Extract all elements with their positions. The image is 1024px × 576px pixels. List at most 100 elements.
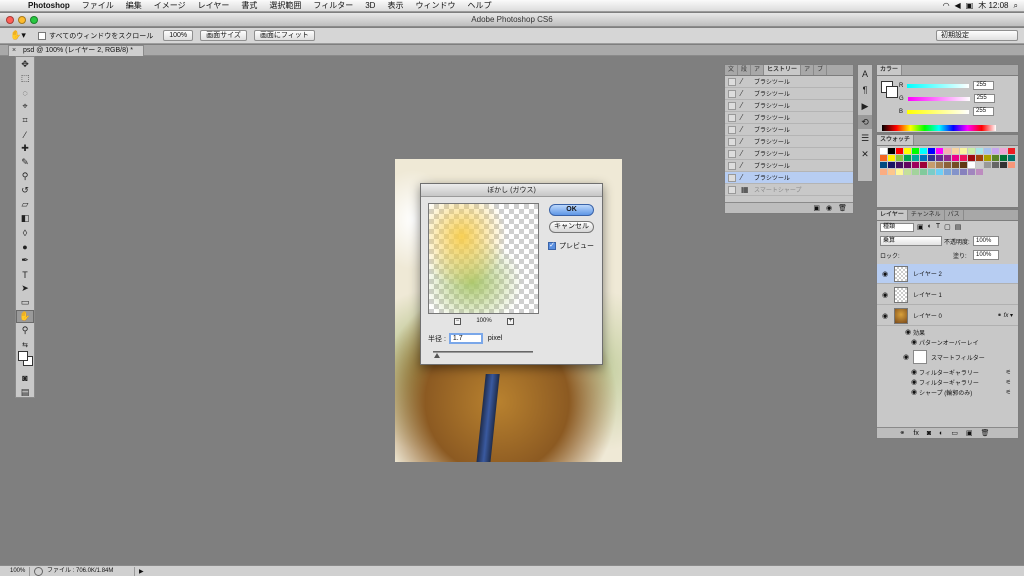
dodge-tool-icon[interactable]: ● bbox=[16, 240, 34, 253]
swatch[interactable] bbox=[952, 162, 959, 168]
color-spectrum-ramp[interactable] bbox=[882, 125, 996, 131]
menu-select[interactable]: 選択範囲 bbox=[263, 0, 307, 12]
fx-icon[interactable]: ⚭ fx ▾ bbox=[997, 312, 1013, 319]
history-item[interactable]: ⁄ ブラシツール bbox=[725, 148, 853, 160]
workspace-select[interactable]: 初期設定 bbox=[936, 30, 1018, 41]
pen-tool-icon[interactable]: ✒ bbox=[16, 254, 34, 267]
blur-tool-icon[interactable]: ◊ bbox=[16, 226, 34, 239]
cancel-button[interactable]: キャンセル bbox=[549, 221, 594, 233]
swatch[interactable] bbox=[936, 148, 943, 154]
swatch[interactable] bbox=[960, 155, 967, 161]
menu-layer[interactable]: レイヤー bbox=[192, 0, 236, 12]
tool-presets-icon[interactable]: ✕ bbox=[858, 147, 872, 161]
history-item[interactable]: ⁄ ブラシツール bbox=[725, 160, 853, 172]
swatch[interactable] bbox=[960, 162, 967, 168]
close-tab-icon[interactable]: × bbox=[12, 46, 16, 56]
swatch[interactable] bbox=[920, 148, 927, 154]
swatch[interactable] bbox=[880, 155, 887, 161]
red-value[interactable]: 255 bbox=[973, 81, 995, 90]
fill-field[interactable]: 100% bbox=[973, 250, 999, 260]
preview-checkbox[interactable]: ✓ bbox=[548, 242, 556, 250]
history-item[interactable]: ▦ スマートシャープ bbox=[725, 184, 853, 196]
eye-icon[interactable]: ◉ bbox=[909, 388, 919, 396]
ok-button[interactable]: OK bbox=[549, 204, 594, 216]
swatch[interactable] bbox=[1008, 155, 1015, 161]
swatch[interactable] bbox=[944, 169, 951, 175]
swatch[interactable] bbox=[976, 148, 983, 154]
swatch[interactable] bbox=[896, 169, 903, 175]
swatch[interactable] bbox=[920, 155, 927, 161]
adjust-panel-icon[interactable]: ☰ bbox=[858, 131, 872, 145]
clock[interactable]: 木 12:08 bbox=[978, 0, 1008, 12]
type-tool-icon[interactable]: T bbox=[16, 268, 34, 281]
radius-input[interactable]: 1.7 bbox=[448, 333, 483, 344]
swatch[interactable] bbox=[952, 155, 959, 161]
zoom-window-button[interactable] bbox=[30, 16, 38, 24]
filter-options-icon[interactable]: ⚟ bbox=[1006, 389, 1011, 396]
swatch[interactable] bbox=[936, 155, 943, 161]
foreground-color-swatch[interactable] bbox=[18, 351, 28, 361]
swatch[interactable] bbox=[984, 155, 991, 161]
status-arrow-icon[interactable]: ▶ bbox=[139, 568, 144, 575]
swatch[interactable] bbox=[976, 162, 983, 168]
menu-help[interactable]: ヘルプ bbox=[461, 0, 497, 12]
menu-edit[interactable]: 編集 bbox=[120, 0, 148, 12]
adjustment-layer-icon[interactable]: ◐ bbox=[939, 430, 943, 437]
menu-filter[interactable]: フィルター bbox=[307, 0, 359, 12]
swatch[interactable] bbox=[968, 169, 975, 175]
swatch[interactable] bbox=[920, 162, 927, 168]
tab-paragraph[interactable]: 段 bbox=[738, 65, 752, 75]
brush-tool-icon[interactable]: ✎ bbox=[16, 156, 34, 169]
adjustment-filter-icon[interactable]: ◐ bbox=[928, 223, 932, 231]
swatch[interactable] bbox=[896, 155, 903, 161]
filter-row[interactable]: ◉ シャープ (輪郭のみ) ⚟ bbox=[877, 387, 1018, 397]
tab-paths[interactable]: パス bbox=[945, 210, 964, 220]
swatch[interactable] bbox=[992, 162, 999, 168]
swatch[interactable] bbox=[904, 169, 911, 175]
history-state-checkbox[interactable] bbox=[728, 89, 736, 98]
menu-app-photoshop[interactable]: Photoshop bbox=[22, 0, 76, 12]
mask-icon[interactable]: ◙ bbox=[927, 430, 931, 437]
eyedropper-tool-icon[interactable]: ⁄ bbox=[16, 128, 34, 141]
trash-icon[interactable]: 🗑 bbox=[981, 429, 990, 437]
swatch[interactable] bbox=[904, 148, 911, 154]
menu-window[interactable]: ウィンドウ bbox=[409, 0, 461, 12]
tab-actions[interactable]: ア bbox=[801, 65, 815, 75]
history-state-checkbox[interactable] bbox=[728, 125, 736, 134]
link-icon[interactable]: ⚭ bbox=[900, 429, 906, 437]
tab-history[interactable]: ヒストリー bbox=[764, 65, 802, 75]
preview-toggle[interactable]: ✓ プレビュー bbox=[548, 241, 594, 251]
fit-screen-button[interactable]: 画面サイズ bbox=[200, 30, 247, 41]
swatch[interactable] bbox=[968, 162, 975, 168]
swatch[interactable] bbox=[904, 162, 911, 168]
tab-character[interactable]: 文 bbox=[725, 65, 739, 75]
smart-object-filter-icon[interactable]: ▤ bbox=[955, 223, 962, 231]
swatch[interactable] bbox=[912, 148, 919, 154]
radius-slider-track[interactable] bbox=[433, 351, 533, 353]
swatch[interactable] bbox=[928, 162, 935, 168]
swatch[interactable] bbox=[952, 148, 959, 154]
effects-row[interactable]: ◉ 効果 bbox=[877, 327, 1018, 337]
close-window-button[interactable] bbox=[6, 16, 14, 24]
clone-stamp-tool-icon[interactable]: ⚲ bbox=[16, 170, 34, 183]
swatch[interactable] bbox=[984, 162, 991, 168]
swatch[interactable] bbox=[976, 169, 983, 175]
swatch[interactable] bbox=[912, 162, 919, 168]
path-select-tool-icon[interactable]: ➤ bbox=[16, 282, 34, 295]
eye-icon[interactable]: ◉ bbox=[909, 338, 919, 346]
swatch[interactable] bbox=[896, 162, 903, 168]
swatch[interactable] bbox=[936, 162, 943, 168]
smart-filters-row[interactable]: ◉ スマートフィルター bbox=[877, 349, 1018, 365]
menu-file[interactable]: ファイル bbox=[76, 0, 120, 12]
shape-tool-icon[interactable]: ▭ bbox=[16, 296, 34, 309]
move-tool-icon[interactable]: ✥ bbox=[16, 58, 34, 71]
eye-icon[interactable]: ◉ bbox=[903, 328, 913, 336]
tab-swatches[interactable]: スウォッチ bbox=[877, 135, 915, 145]
volume-icon[interactable]: ◀ bbox=[955, 0, 961, 12]
eye-icon[interactable]: ◉ bbox=[879, 270, 891, 278]
zoom-in-icon[interactable]: + bbox=[506, 317, 514, 325]
history-state-checkbox[interactable] bbox=[728, 101, 736, 110]
hand-tool-icon[interactable]: ✋▾ bbox=[6, 30, 30, 41]
history-panel-icon[interactable]: ⟲ bbox=[858, 115, 872, 129]
history-state-checkbox[interactable] bbox=[728, 173, 736, 182]
